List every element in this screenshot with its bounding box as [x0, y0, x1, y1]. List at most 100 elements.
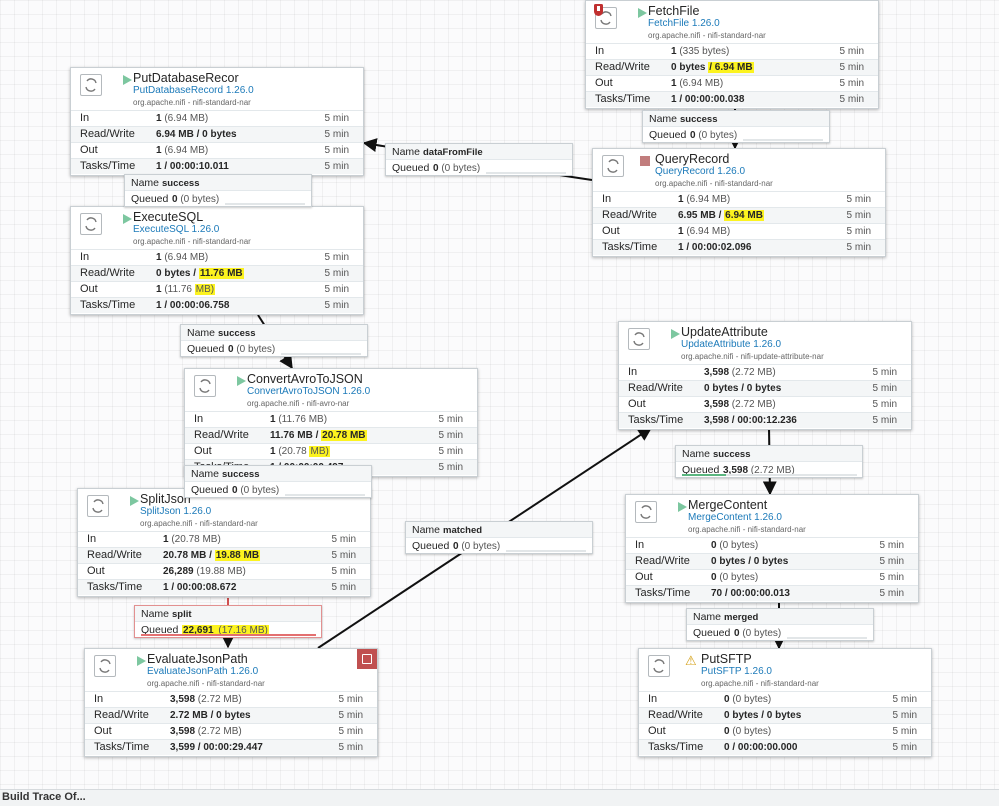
stat-window: 5 min	[879, 556, 904, 567]
queue-bar	[281, 353, 361, 355]
stat-window: 5 min	[839, 94, 864, 105]
stat-label: Read/Write	[80, 128, 135, 140]
stat-window: 5 min	[846, 226, 871, 237]
stat-value: 70 / 00:00:00.013	[711, 588, 790, 599]
processor-putsftp[interactable]: ⚠ PutSFTP PutSFTP 1.26.0 org.apache.nifi…	[638, 648, 932, 757]
stat-value: 1 / 00:00:00.038	[671, 94, 745, 105]
processor-name: UpdateAttribute	[681, 325, 768, 339]
processor-bundle: org.apache.nifi - nifi-standard-nar	[133, 98, 251, 107]
connection-putdb-to-exec[interactable]: Name success Queued 0 (0 bytes)	[124, 174, 312, 207]
processor-name: ExecuteSQL	[133, 210, 204, 224]
stat-row-in: In 1 (20.78 MB) 5 min	[78, 531, 370, 547]
stat-window: 5 min	[438, 462, 463, 473]
stat-window: 5 min	[324, 252, 349, 263]
processor-putdatabaserecord[interactable]: PutDatabaseRecor PutDatabaseRecord 1.26.…	[70, 67, 364, 176]
connection-queue-row: Queued 0 (0 bytes)	[687, 625, 873, 642]
stat-row-out: Out 1 (6.94 MB) 5 min	[593, 223, 885, 239]
processor-evaluatejsonpath[interactable]: EvaluateJsonPath EvaluateJsonPath 1.26.0…	[84, 648, 378, 757]
stat-row-read-write: Read/Write 0 bytes / 0 bytes 5 min	[639, 707, 931, 723]
stat-window: 5 min	[331, 534, 356, 545]
processor-fetchfile[interactable]: FetchFile FetchFile 1.26.0 org.apache.ni…	[585, 0, 879, 109]
processor-name: PutSFTP	[701, 652, 752, 666]
connection-queue-row: Queued 0 (0 bytes)	[185, 482, 371, 499]
bulletin-icon[interactable]	[357, 649, 377, 669]
bulletin-icon[interactable]	[594, 4, 603, 16]
processor-header: QueryRecord QueryRecord 1.26.0 org.apach…	[593, 149, 885, 191]
stat-label: Out	[80, 144, 98, 156]
processor-type: PutSFTP 1.26.0	[701, 666, 772, 677]
processor-splitjson[interactable]: SplitJson SplitJson 1.26.0 org.apache.ni…	[77, 488, 371, 597]
stat-label: Read/Write	[80, 267, 135, 279]
connection-queue-row: Queued 3,598 (2.72 MB)	[676, 462, 862, 479]
warning-icon[interactable]: ⚠	[685, 654, 697, 667]
processor-convertavrotojson[interactable]: ConvertAvroToJSON ConvertAvroToJSON 1.26…	[184, 368, 478, 477]
processor-updateattribute[interactable]: UpdateAttribute UpdateAttribute 1.26.0 o…	[618, 321, 912, 430]
play-icon	[130, 496, 139, 506]
stat-row-read-write: Read/Write 0 bytes / 6.94 MB 5 min	[586, 59, 878, 75]
stat-row-out: Out 3,598 (2.72 MB) 5 min	[619, 396, 911, 412]
stat-value: 1 (6.94 MB)	[678, 194, 731, 205]
processor-mergecontent[interactable]: MergeContent MergeContent 1.26.0 org.apa…	[625, 494, 919, 603]
stat-row-in: In 1 (6.94 MB) 5 min	[593, 191, 885, 207]
connection-merge-to-sftp[interactable]: Name merged Queued 0 (0 bytes)	[686, 608, 874, 641]
connection-queue-row: Queued 0 (0 bytes)	[125, 191, 311, 208]
stat-window: 5 min	[872, 399, 897, 410]
processor-name: QueryRecord	[655, 152, 730, 166]
connection-convert-to-split[interactable]: Name success Queued 0 (0 bytes)	[184, 465, 372, 498]
play-icon	[671, 329, 680, 339]
connection-eval-to-update[interactable]: Name matched Queued 0 (0 bytes)	[405, 521, 593, 554]
stat-label: In	[595, 45, 605, 57]
stat-value: 1 (20.78 MB)	[270, 446, 330, 457]
stat-window: 5 min	[846, 210, 871, 221]
stat-row-in: In 3,598 (2.72 MB) 5 min	[619, 364, 911, 380]
connection-queue-row: Queued 0 (0 bytes)	[643, 127, 829, 144]
processor-name: PutDatabaseRecor	[133, 71, 239, 85]
processor-name: ConvertAvroToJSON	[247, 372, 363, 386]
connection-exec-to-convert[interactable]: Name success Queued 0 (0 bytes)	[180, 324, 368, 357]
play-icon	[678, 502, 687, 512]
connection-split-to-eval[interactable]: Name split Queued 22,691 (17.16 MB)	[134, 605, 322, 638]
processor-queryrecord[interactable]: QueryRecord QueryRecord 1.26.0 org.apach…	[592, 148, 886, 257]
stat-row-in: In 3,598 (2.72 MB) 5 min	[85, 691, 377, 707]
play-icon	[123, 214, 132, 224]
stat-row-read-write: Read/Write 6.95 MB / 6.94 MB 5 min	[593, 207, 885, 223]
stat-row-tasks-time: Tasks/Time 1 / 00:00:10.011 5 min	[71, 158, 363, 174]
stat-window: 5 min	[324, 284, 349, 295]
processor-type: ExecuteSQL 1.26.0	[133, 224, 220, 235]
stat-window: 5 min	[331, 550, 356, 561]
stat-window: 5 min	[324, 161, 349, 172]
stat-window: 5 min	[872, 415, 897, 426]
stat-value: 20.78 MB / 19.88 MB	[163, 550, 261, 561]
play-icon	[237, 376, 246, 386]
processor-header: EvaluateJsonPath EvaluateJsonPath 1.26.0…	[85, 649, 377, 691]
processor-bundle: org.apache.nifi - nifi-standard-nar	[701, 679, 819, 688]
stat-value: 3,598 (2.72 MB)	[170, 726, 242, 737]
stat-label: Read/Write	[628, 382, 683, 394]
connection-update-to-merge[interactable]: Name success Queued 3,598 (2.72 MB)	[675, 445, 863, 478]
stat-value: 11.76 MB / 20.78 MB	[270, 430, 367, 441]
stat-label: Tasks/Time	[602, 241, 658, 253]
processor-type: FetchFile 1.26.0	[648, 18, 720, 29]
stat-label: In	[602, 193, 612, 205]
processor-icon	[87, 495, 109, 517]
stat-row-in: In 1 (6.94 MB) 5 min	[71, 249, 363, 265]
stat-value: 1 / 00:00:10.011	[156, 161, 229, 172]
stat-label: In	[194, 413, 204, 425]
stat-value: 26,289 (19.88 MB)	[163, 566, 246, 577]
stat-value: 1 / 00:00:08.672	[163, 582, 237, 593]
processor-bundle: org.apache.nifi - nifi-standard-nar	[648, 31, 766, 40]
processor-header: FetchFile FetchFile 1.26.0 org.apache.ni…	[586, 1, 878, 43]
processor-type: SplitJson 1.26.0	[140, 506, 212, 517]
stat-row-out: Out 1 (11.76 MB) 5 min	[71, 281, 363, 297]
connection-name-row: Name success	[125, 175, 311, 191]
processor-bundle: org.apache.nifi - nifi-standard-nar	[133, 237, 251, 246]
stat-label: Out	[595, 77, 613, 89]
connection-query-to-putdb[interactable]: Name dataFromFile Queued 0 (0 bytes)	[385, 143, 573, 176]
processor-executesql[interactable]: ExecuteSQL ExecuteSQL 1.26.0 org.apache.…	[70, 206, 364, 315]
stat-label: Tasks/Time	[80, 160, 136, 172]
stat-value: 0 (0 bytes)	[711, 540, 759, 551]
stat-value: 2.72 MB / 0 bytes	[170, 710, 251, 721]
connection-fetch-to-query[interactable]: Name success Queued 0 (0 bytes)	[642, 110, 830, 143]
stat-window: 5 min	[892, 742, 917, 753]
stat-label: Out	[94, 725, 112, 737]
